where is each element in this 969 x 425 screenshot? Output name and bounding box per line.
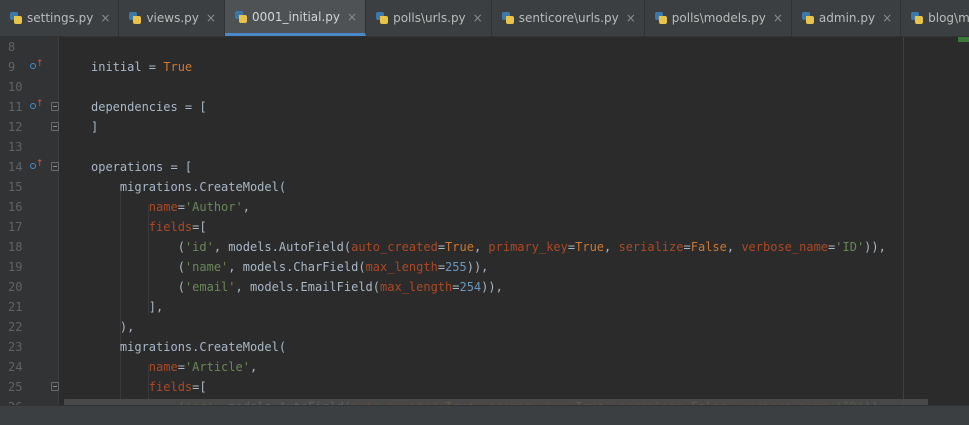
code-line[interactable]: 18 ('id', models.AutoField(auto_created=… — [0, 237, 969, 257]
code-line[interactable]: 10 — [0, 77, 969, 97]
fold-toggle-icon[interactable] — [51, 162, 59, 171]
tab-label: blog\models.py — [928, 11, 969, 25]
tab-blog-models-py[interactable]: blog\models.py — [901, 0, 969, 36]
line-number: 14 — [8, 160, 23, 174]
close-tab-icon[interactable]: × — [882, 11, 892, 25]
code-line[interactable]: 19 ('name', models.CharField(max_length=… — [0, 257, 969, 277]
code-text: name='Author', — [148, 200, 250, 214]
code-line[interactable]: 14 ↑ operations = [ — [0, 157, 969, 177]
code-text: migrations.CreateModel( — [91, 340, 287, 354]
line-number: 21 — [8, 300, 23, 314]
line-number: 17 — [8, 220, 23, 234]
tab-polls-urls-py[interactable]: polls\urls.py × — [366, 0, 492, 36]
code-text: ('name', models.CharField(max_length=255… — [91, 260, 489, 274]
line-number: 23 — [8, 340, 23, 354]
code-line[interactable]: 21 ], — [0, 297, 969, 317]
code-line[interactable]: 15 migrations.CreateModel( — [0, 177, 969, 197]
tab-views-py[interactable]: views.py × — [119, 0, 225, 36]
code-text: ] — [91, 120, 99, 134]
tab-admin-py[interactable]: admin.py × — [792, 0, 902, 36]
code-line[interactable]: 8 — [0, 37, 969, 57]
line-number: 24 — [8, 360, 23, 374]
override-marker-icon[interactable]: ↑ — [30, 100, 44, 111]
python-file-icon — [234, 10, 247, 23]
tab-settings-py[interactable]: settings.py × — [0, 0, 120, 36]
code-line[interactable]: 11 ↑ dependencies = [ — [0, 97, 969, 117]
line-number: 18 — [8, 240, 23, 254]
python-file-icon — [129, 12, 142, 24]
tab-label: settings.py — [27, 11, 94, 25]
line-number: 8 — [8, 40, 16, 54]
override-marker-icon[interactable]: ↑ — [30, 160, 44, 171]
tab-label: admin.py — [818, 11, 876, 25]
close-tab-icon[interactable]: × — [347, 10, 357, 24]
tab-label: polls\urls.py — [393, 11, 466, 25]
code-line[interactable]: 20 ('email', models.EmailField(max_lengt… — [0, 277, 969, 297]
line-number: 13 — [8, 140, 23, 154]
code-line[interactable]: 22 ), — [0, 317, 969, 337]
python-file-icon — [654, 12, 667, 24]
python-file-icon — [10, 12, 22, 24]
code-text: fields=[ — [148, 220, 207, 234]
code-line[interactable]: 25 fields=[ — [0, 377, 969, 397]
python-file-icon — [376, 12, 389, 24]
tab-label: 0001_initial.py — [251, 9, 341, 24]
line-number: 12 — [8, 120, 23, 134]
tab-label: senticore\urls.py — [518, 11, 619, 25]
code-line[interactable]: 16 name='Author', — [0, 197, 969, 217]
override-marker-icon[interactable]: ↑ — [30, 60, 44, 71]
tab-senticore-urls-py[interactable]: senticore\urls.py × — [492, 0, 645, 36]
line-number: 9 — [8, 60, 16, 74]
code-text: dependencies = [ — [91, 100, 207, 114]
line-number: 10 — [8, 80, 23, 94]
tab-0001-initial-py[interactable]: 0001_initial.py × — [224, 0, 367, 36]
python-file-icon — [501, 12, 514, 24]
code-text: ], — [91, 300, 164, 314]
code-line[interactable]: 9 ↑ initial = True — [0, 57, 969, 77]
line-number: 20 — [8, 280, 23, 294]
line-number: 16 — [8, 200, 23, 214]
fold-toggle-icon[interactable] — [51, 382, 59, 391]
code-text: operations = [ — [91, 160, 193, 174]
close-tab-icon[interactable]: × — [773, 11, 783, 25]
code-text: ('id', models.AutoField(auto_created=Tru… — [91, 240, 886, 254]
editor-tab-bar: settings.py × views.py × 0001_initial.py × pol… — [0, 0, 969, 37]
close-tab-icon[interactable]: × — [626, 11, 636, 25]
code-editor[interactable]: 8 9 ↑ initial = True 10 11 ↑ dependencies = [ 12… — [0, 37, 969, 405]
code-text: ('email', models.EmailField(max_length=2… — [91, 280, 503, 294]
code-line[interactable]: 13 — [0, 137, 969, 157]
code-line[interactable]: 17 fields=[ — [0, 217, 969, 237]
code-line[interactable]: 24 name='Article', — [0, 357, 969, 377]
line-number: 26 — [8, 397, 26, 405]
code-text: ), — [91, 320, 135, 334]
code-text: initial = True — [91, 60, 193, 74]
line-number: 11 — [8, 100, 23, 114]
code-text: migrations.CreateModel( — [91, 180, 287, 194]
status-bar — [0, 405, 969, 425]
tab-label: views.py — [146, 11, 199, 25]
line-number: 25 — [8, 380, 23, 394]
python-file-icon — [911, 12, 924, 24]
close-tab-icon[interactable]: × — [206, 11, 216, 25]
fold-toggle-icon[interactable] — [51, 102, 59, 111]
close-tab-icon[interactable]: × — [473, 11, 483, 25]
fold-toggle-icon[interactable] — [51, 122, 59, 131]
close-tab-icon[interactable]: × — [100, 11, 110, 25]
line-number: 22 — [8, 320, 23, 334]
python-file-icon — [801, 12, 814, 24]
tab-label: polls\models.py — [671, 11, 766, 25]
code-line[interactable]: 12] — [0, 117, 969, 137]
code-line[interactable]: 23 migrations.CreateModel( — [0, 337, 969, 357]
line-number: 19 — [8, 260, 23, 274]
tab-polls-models-py[interactable]: polls\models.py × — [645, 0, 792, 36]
code-text: name='Article', — [148, 360, 258, 374]
line-number: 15 — [8, 180, 23, 194]
code-text: fields=[ — [148, 380, 207, 394]
